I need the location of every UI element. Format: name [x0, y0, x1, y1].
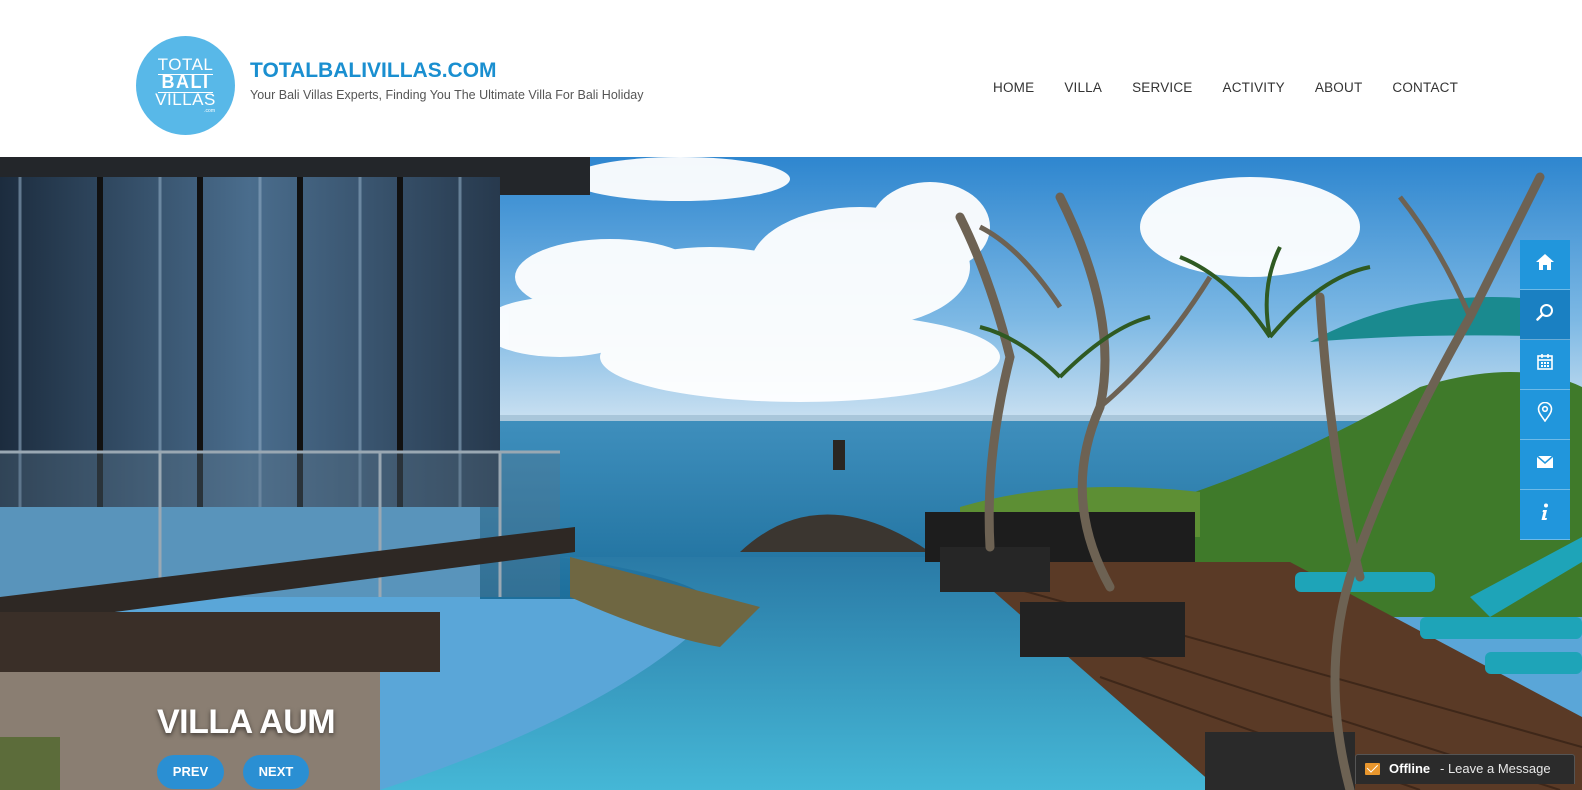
logo-line-bali: BALI — [161, 72, 210, 92]
toolbar-location-button[interactable] — [1520, 390, 1570, 440]
logo-line-villas: VILLAS — [155, 90, 216, 109]
calendar-icon — [1536, 353, 1554, 376]
nav-item-contact[interactable]: CONTACT — [1392, 79, 1458, 97]
search-icon — [1536, 303, 1554, 326]
hero-slider — [0, 157, 1582, 790]
toolbar-calendar-button[interactable] — [1520, 340, 1570, 390]
home-icon — [1535, 253, 1555, 276]
logo-line-total: TOTAL — [157, 55, 214, 74]
next-button[interactable]: NEXT — [243, 755, 309, 789]
toolbar-mail-button[interactable] — [1520, 440, 1570, 490]
side-toolbar — [1520, 240, 1570, 540]
toolbar-search-button[interactable] — [1520, 290, 1570, 340]
slide-title: VILLA AUM — [157, 703, 336, 741]
site-title[interactable]: TOTALBALIVILLAS.COM — [250, 59, 497, 83]
chat-message: - Leave a Message — [1440, 761, 1551, 776]
chat-widget[interactable]: Offline - Leave a Message — [1355, 754, 1575, 784]
nav-item-home[interactable]: HOME — [993, 79, 1034, 97]
toolbar-info-button[interactable] — [1520, 490, 1570, 540]
mail-icon — [1536, 455, 1554, 474]
main-nav: HOME VILLA SERVICE ACTIVITY ABOUT CONTAC… — [993, 79, 1458, 97]
map-pin-icon — [1537, 401, 1553, 427]
site-logo[interactable]: TOTAL BALI VILLAS .com — [136, 36, 235, 135]
nav-item-service[interactable]: SERVICE — [1132, 79, 1192, 97]
prev-button[interactable]: PREV — [157, 755, 224, 789]
toolbar-home-button[interactable] — [1520, 240, 1570, 290]
site-header: TOTAL BALI VILLAS .com TOTALBALIVILLAS.C… — [0, 0, 1582, 157]
envelope-icon — [1365, 763, 1380, 775]
hero-image — [0, 157, 1582, 790]
info-icon — [1540, 503, 1550, 526]
site-tagline: Your Bali Villas Experts, Finding You Th… — [250, 88, 644, 102]
nav-item-about[interactable]: ABOUT — [1315, 79, 1363, 97]
nav-item-villa[interactable]: VILLA — [1064, 79, 1102, 97]
chat-status: Offline — [1389, 761, 1431, 776]
nav-item-activity[interactable]: ACTIVITY — [1223, 79, 1285, 97]
logo-line-com: .com — [204, 108, 215, 114]
